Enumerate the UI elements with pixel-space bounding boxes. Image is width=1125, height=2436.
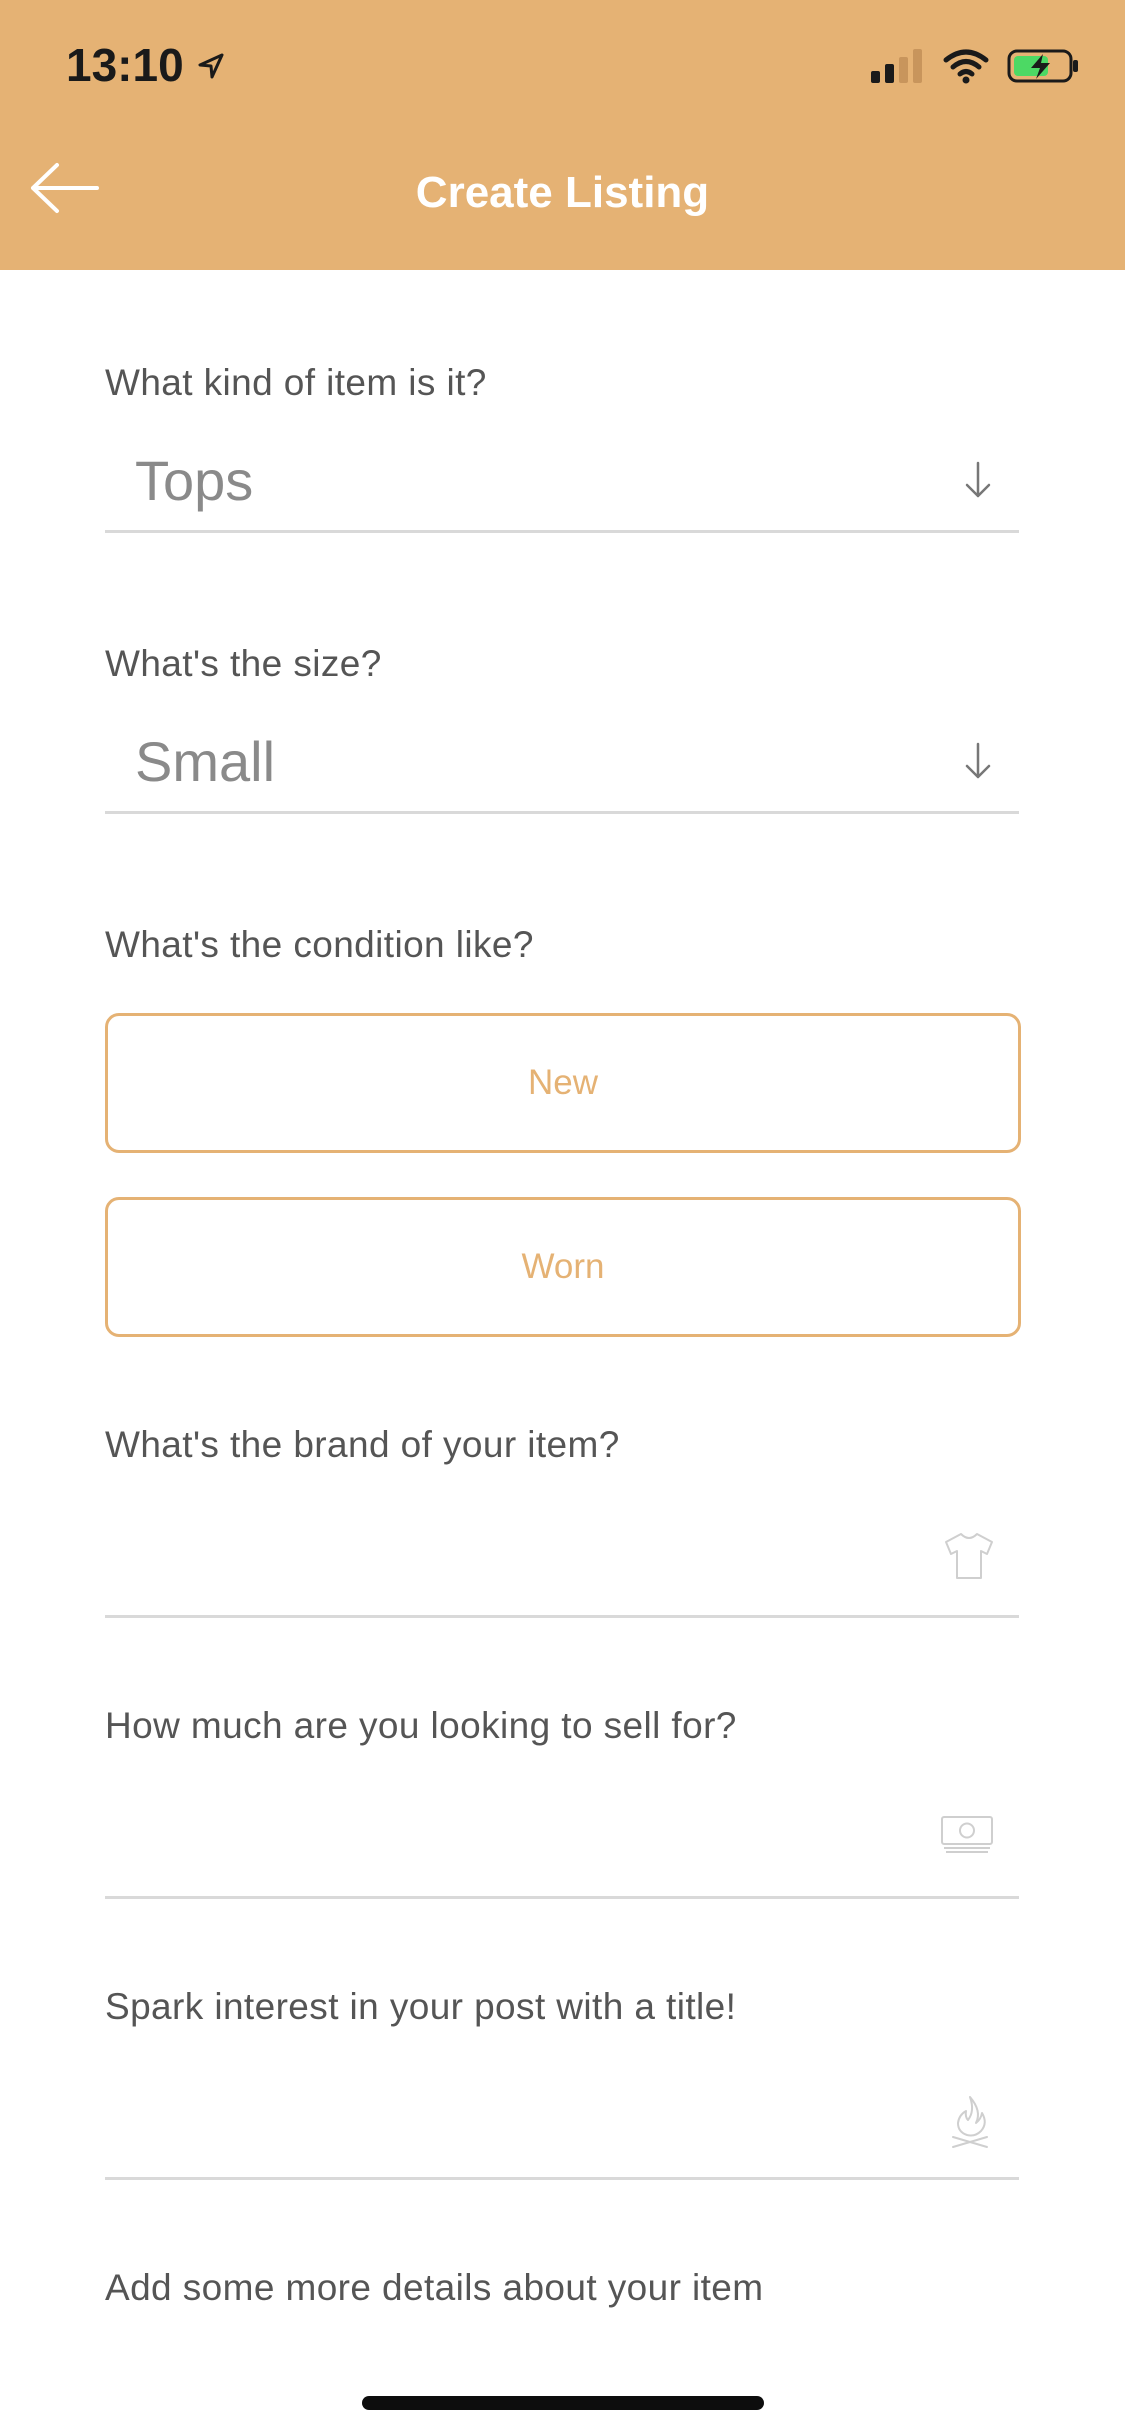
price-label: How much are you looking to sell for? xyxy=(105,1705,737,1746)
app-header: 13:10 Create Listing xyxy=(0,0,1125,270)
post-title-field[interactable] xyxy=(105,2057,1019,2180)
post-title-input[interactable] xyxy=(105,2077,909,2159)
item-kind-label: What kind of item is it? xyxy=(105,362,487,403)
size-label: What's the size? xyxy=(105,643,382,684)
condition-label: What's the condition like? xyxy=(105,924,534,965)
price-field[interactable] xyxy=(105,1776,1019,1899)
arrow-down-icon xyxy=(963,741,993,786)
location-arrow-icon xyxy=(196,38,226,92)
home-indicator xyxy=(362,2396,764,2410)
cash-icon xyxy=(939,1812,995,1859)
status-time-text: 13:10 xyxy=(66,39,184,91)
page-title: Create Listing xyxy=(415,168,710,217)
arrow-down-icon xyxy=(963,460,993,505)
wifi-icon xyxy=(943,48,989,89)
post-title-label: Spark interest in your post with a title… xyxy=(105,1986,737,2027)
create-listing-screen: 13:10 Create Listing What kind of item i… xyxy=(0,0,1125,2436)
signal-icon xyxy=(869,49,925,88)
condition-new-button[interactable]: New xyxy=(105,1013,1021,1153)
brand-field[interactable] xyxy=(105,1495,1019,1618)
brand-label: What's the brand of your item? xyxy=(105,1424,620,1465)
size-value: Small xyxy=(135,730,276,793)
brand-input[interactable] xyxy=(105,1515,909,1597)
status-bar-icons xyxy=(869,48,1081,89)
details-label: Add some more details about your item xyxy=(105,2267,764,2308)
t-shirt-icon xyxy=(943,1531,995,1586)
condition-worn-button[interactable]: Worn xyxy=(105,1197,1021,1337)
status-bar-time: 13:10 xyxy=(66,38,226,92)
battery-charging-icon xyxy=(1007,48,1081,89)
campfire-icon xyxy=(945,2093,995,2154)
item-kind-select[interactable]: Tops xyxy=(105,440,1019,533)
size-select[interactable]: Small xyxy=(105,721,1019,814)
price-input[interactable] xyxy=(105,1796,909,1878)
item-kind-value: Tops xyxy=(135,449,254,512)
